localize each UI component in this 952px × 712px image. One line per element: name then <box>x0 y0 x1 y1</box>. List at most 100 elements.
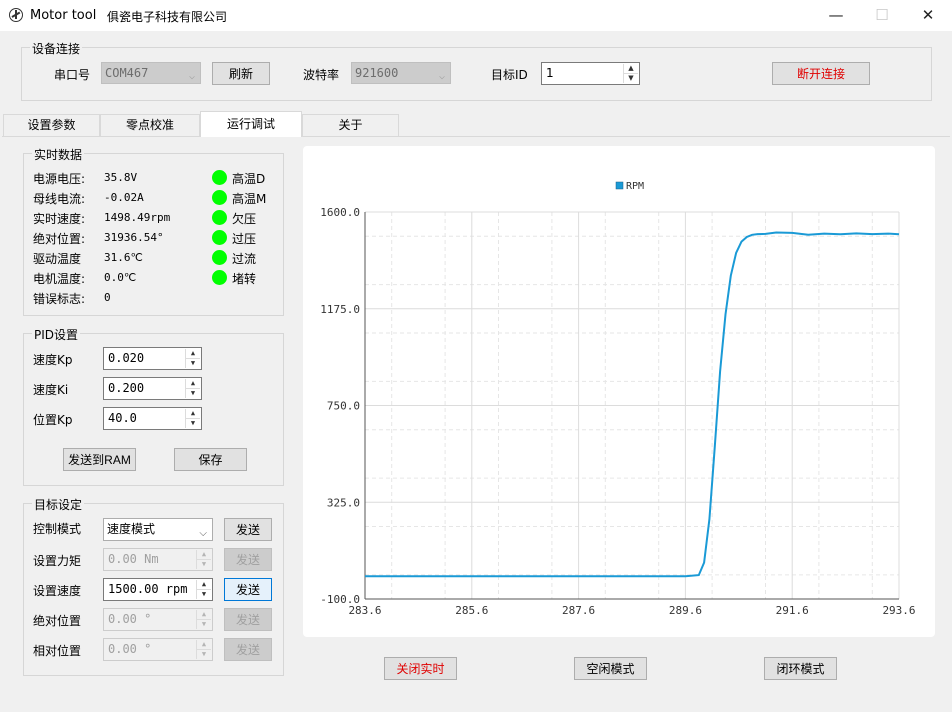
y-tick-label: 1175.0 <box>320 303 360 316</box>
status-indicator-label: 过流 <box>232 252 257 266</box>
target-value: 1500.00 rpm <box>108 582 188 596</box>
arrow-down-icon[interactable]: ▼ <box>624 74 638 84</box>
arrow-up-icon[interactable]: ▲ <box>186 409 200 419</box>
realtime-label: 电源电压: <box>33 172 86 186</box>
y-tick-label: 325.0 <box>327 496 360 509</box>
y-tick-label: 750.0 <box>327 400 360 413</box>
realtime-off-button[interactable]: 关闭实时 <box>384 657 457 680</box>
status-indicator-label: 堵转 <box>232 272 257 286</box>
send-target-button: 发送 <box>224 608 272 631</box>
target-input: 0.00 ° ▲ ▼ <box>103 638 213 661</box>
window-title: Motor tool <box>30 8 97 23</box>
save-button[interactable]: 保存 <box>174 448 247 471</box>
realtime-value: 0.0℃ <box>104 271 137 284</box>
pid-label: 速度Ki <box>33 383 69 397</box>
target-id-spinner[interactable]: ▲ ▼ <box>623 64 638 83</box>
arrow-up-icon[interactable]: ▲ <box>624 64 638 74</box>
target-input: 0.00 Nm ▲ ▼ <box>103 548 213 571</box>
chevron-down-icon: ⌵ <box>199 528 207 539</box>
closed-loop-button[interactable]: 闭环模式 <box>764 657 837 680</box>
pid-label: 位置Kp <box>33 413 73 427</box>
pid-input[interactable]: 0.200 ▲ ▼ <box>103 377 202 400</box>
x-tick-label: 287.6 <box>562 604 595 617</box>
target-input[interactable]: 1500.00 rpm ▲ ▼ <box>103 578 213 601</box>
status-led-icon <box>212 230 227 245</box>
status-indicator-label: 高温D <box>232 172 266 186</box>
target-value: 0.00 ° <box>108 612 152 626</box>
target-label: 设置力矩 <box>33 554 82 568</box>
idle-mode-button[interactable]: 空闲模式 <box>574 657 647 680</box>
pid-spinner[interactable]: ▲ ▼ <box>185 409 200 428</box>
realtime-value: 31936.54° <box>104 231 164 244</box>
arrow-up-icon[interactable]: ▲ <box>197 580 211 590</box>
chevron-down-icon: ⌵ <box>438 71 445 82</box>
pid-input[interactable]: 40.0 ▲ ▼ <box>103 407 202 430</box>
close-icon[interactable]: ✕ <box>905 0 951 31</box>
tab-about[interactable]: 关于 <box>302 114 399 136</box>
arrow-down-icon[interactable]: ▼ <box>186 389 200 399</box>
control-mode-select[interactable]: 速度模式 ⌵ <box>103 518 213 541</box>
chart-panel: 283.6 285.6 287.6 289.6 291.6 293.6 -100.0 325.… <box>303 146 935 637</box>
status-led-icon <box>212 190 227 205</box>
send-to-ram-button[interactable]: 发送到RAM <box>63 448 136 471</box>
target-value: 0.00 Nm <box>108 552 159 566</box>
port-select: COM467 ⌵ <box>101 62 201 84</box>
connection-group-title: 设备连接 <box>30 40 83 57</box>
realtime-value: 0 <box>104 291 111 304</box>
target-input: 0.00 ° ▲ ▼ <box>103 608 213 631</box>
pid-input[interactable]: 0.020 ▲ ▼ <box>103 347 202 370</box>
legend-swatch <box>615 181 624 190</box>
target-spinner: ▲ ▼ <box>196 640 211 659</box>
target-spinner[interactable]: ▲ ▼ <box>196 580 211 599</box>
disconnect-button[interactable]: 断开连接 <box>772 62 870 85</box>
legend-label: RPM <box>626 181 644 192</box>
company-name: 俱瓷电子科技有限公司 <box>107 10 228 24</box>
status-led-icon <box>212 250 227 265</box>
chevron-down-icon: ⌵ <box>188 71 195 82</box>
target-group-title: 目标设定 <box>32 496 85 513</box>
pid-spinner[interactable]: ▲ ▼ <box>185 349 200 368</box>
status-led-icon <box>212 210 227 225</box>
minimize-icon[interactable]: — <box>813 0 859 31</box>
status-indicator-label: 过压 <box>232 232 257 246</box>
send-target-button: 发送 <box>224 548 272 571</box>
title-bar: Motor tool 俱瓷电子科技有限公司 — ☐ ✕ <box>0 0 952 31</box>
target-id-label: 目标ID <box>491 68 528 82</box>
realtime-label: 驱动温度 <box>33 252 82 266</box>
realtime-label: 绝对位置: <box>33 232 86 246</box>
pid-spinner[interactable]: ▲ ▼ <box>185 379 200 398</box>
arrow-down-icon: ▼ <box>201 619 207 628</box>
tab-run-debug[interactable]: 运行调试 <box>200 111 302 137</box>
arrow-down-icon: ▼ <box>201 649 207 658</box>
baud-value: 921600 <box>355 66 399 80</box>
arrow-up-icon[interactable]: ▲ <box>186 379 200 389</box>
realtime-group-title: 实时数据 <box>32 146 85 163</box>
arrow-down-icon[interactable]: ▼ <box>186 419 200 429</box>
send-mode-button[interactable]: 发送 <box>224 518 272 541</box>
target-spinner: ▲ ▼ <box>196 610 211 629</box>
refresh-button[interactable]: 刷新 <box>212 62 270 85</box>
arrow-down-icon[interactable]: ▼ <box>197 590 211 600</box>
arrow-up-icon: ▲ <box>197 550 211 560</box>
pid-label: 速度Kp <box>33 353 73 367</box>
tab-settings[interactable]: 设置参数 <box>3 114 100 136</box>
target-label: 相对位置 <box>33 644 82 658</box>
baud-label: 波特率 <box>303 68 340 82</box>
realtime-value: -0.02A <box>104 191 144 204</box>
arrow-down-icon[interactable]: ▼ <box>186 359 200 369</box>
pid-value: 0.200 <box>108 381 145 395</box>
tab-zero-calibration[interactable]: 零点校准 <box>100 114 200 136</box>
target-label: 绝对位置 <box>33 614 82 628</box>
control-mode-value: 速度模式 <box>107 522 156 536</box>
send-target-button: 发送 <box>224 638 272 661</box>
rpm-chart: 283.6 285.6 287.6 289.6 291.6 293.6-100.0325.… <box>320 181 915 617</box>
arrow-up-icon: ▲ <box>197 610 211 620</box>
status-led-icon <box>212 170 227 185</box>
control-mode-label: 控制模式 <box>33 522 82 536</box>
send-target-button[interactable]: 发送 <box>224 578 272 601</box>
baud-select: 921600 ⌵ <box>351 62 451 84</box>
status-indicator-label: 高温M <box>232 192 267 206</box>
target-value: 0.00 ° <box>108 642 152 656</box>
target-id-input[interactable]: 1 ▲ ▼ <box>541 62 640 85</box>
arrow-up-icon[interactable]: ▲ <box>186 349 200 359</box>
